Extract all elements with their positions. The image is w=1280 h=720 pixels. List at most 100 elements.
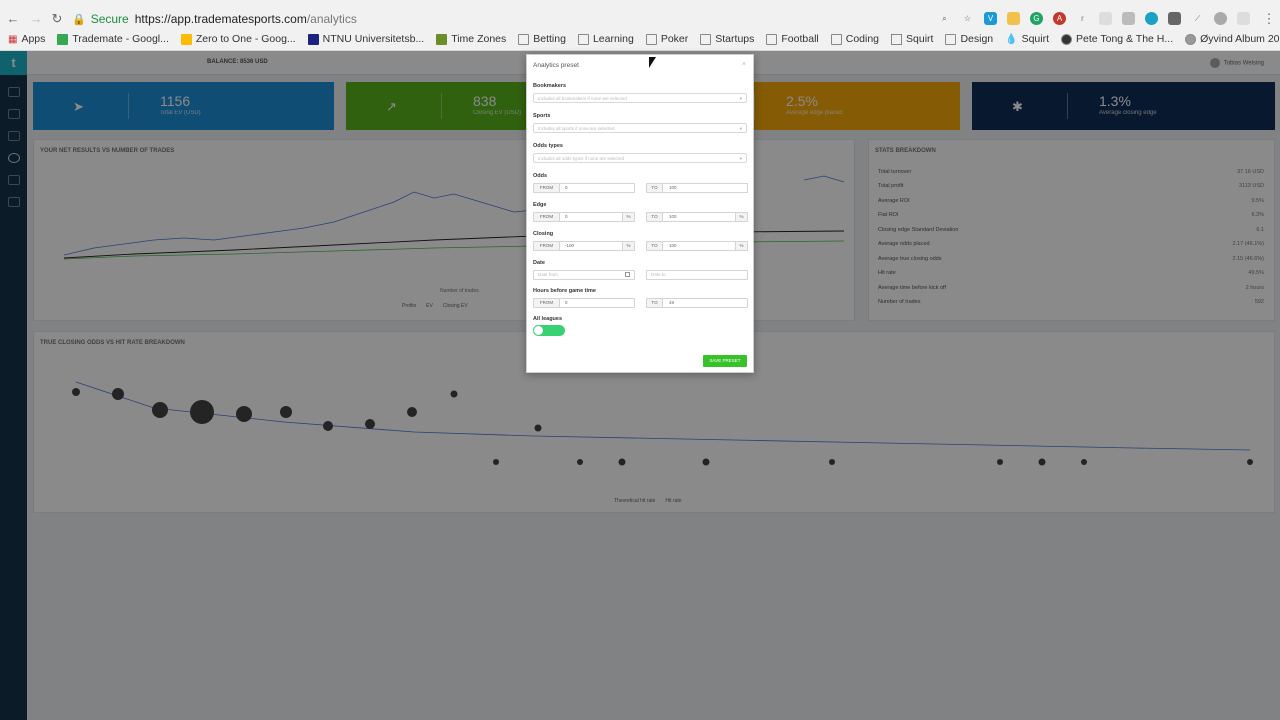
ntnu-icon [307,33,319,45]
bookmark-zero-to-one[interactable]: Zero to One - Goog... [180,33,296,45]
extension-slash-icon[interactable]: ⟋ [1191,12,1204,25]
bookmark-label: Øyvind Album 2016 [1200,33,1280,45]
extension-r-icon[interactable]: r [1076,12,1089,25]
bookmark-label: Design [960,33,994,45]
close-icon[interactable]: × [742,61,746,68]
from-prefix: FROM [534,213,560,221]
percent-suffix: % [735,213,747,221]
closing-from-input[interactable]: FROM -100% [533,241,635,251]
forward-icon[interactable]: → [29,12,43,26]
closing-to-value: 100 [669,243,677,248]
bookmark-label: Apps [21,33,46,45]
extension-last-icon[interactable] [1237,12,1250,25]
calendar-icon[interactable] [625,272,630,277]
drive-icon [180,33,192,45]
extensions-bar: ⌕ ☆ V G A r ⟋ [938,12,1250,25]
bookmakers-select[interactable]: Includes all bookmakers if none are sele… [533,93,747,103]
date-to-input[interactable]: Date to [646,270,748,280]
bookmark-squirt[interactable]: 💧 Squirt [1005,33,1049,45]
bookmark-label: Betting [533,33,566,45]
bookmark-trademate[interactable]: Trademate - Googl... [57,33,169,45]
bookmark-football[interactable]: Football [766,33,819,45]
save-preset-button[interactable]: SAVE PRESET [703,355,747,367]
percent-suffix: % [622,213,634,221]
drop-icon: 💧 [1005,33,1018,45]
star-icon[interactable]: ☆ [961,12,974,25]
bookmark-label: Football [781,33,819,45]
extension-v-icon[interactable]: V [984,12,997,25]
closing-to-input[interactable]: TO 100% [646,241,748,251]
to-prefix: TO [647,184,663,192]
page-icon [891,33,903,45]
browser-chrome: ← → ↻ 🔒 Secure https://app.tradematesports… [0,0,1280,51]
extension-arrow-icon[interactable] [1122,12,1135,25]
menu-icon[interactable]: ⋮ [1262,12,1276,26]
bookmark-label: NTNU Universitetsb... [322,33,425,45]
bookmark-oyvind[interactable]: Øyvind Album 2016 [1185,33,1280,45]
bookmark-poker[interactable]: Poker [645,33,688,45]
bookmark-squirt-page[interactable]: Squirt [891,33,933,45]
date-to-placeholder: Date to [651,272,666,277]
extension-square-icon[interactable] [1099,12,1112,25]
date-from-input[interactable]: Date from [533,270,635,280]
clock-icon [436,33,448,45]
bookmark-label: Time Zones [451,33,507,45]
bookmark-coding[interactable]: Coding [830,33,879,45]
to-prefix: TO [647,242,663,250]
percent-suffix: % [735,242,747,250]
odds-to-value: 100 [669,185,677,190]
lock-icon: 🔒 [72,14,86,26]
to-prefix: TO [647,213,663,221]
folder-icon [577,33,589,45]
bookmark-apps[interactable]: ▦ Apps [8,33,45,45]
reload-icon[interactable]: ↻ [50,12,64,26]
extension-circle-icon[interactable] [1145,12,1158,25]
bookmark-ntnu[interactable]: NTNU Universitetsb... [307,33,425,45]
date-label: Date [533,260,545,266]
bookmarks-bar: ▦ Apps Trademate - Googl... Zero to One -… [8,33,1280,45]
analytics-preset-modal: Analytics preset × Bookmakers Includes a… [526,54,754,373]
percent-suffix: % [622,242,634,250]
odds-to-input[interactable]: TO 100 [646,183,748,193]
folder-icon [945,33,957,45]
back-icon[interactable]: ← [6,12,20,26]
from-prefix: FROM [534,184,560,192]
hours-to-value: 48 [669,300,675,305]
odds-label: Odds [533,173,548,179]
hours-to-input[interactable]: TO 48 [646,298,748,308]
bookmark-time-zones[interactable]: Time Zones [436,33,506,45]
bookmark-learning[interactable]: Learning [577,33,634,45]
folder-icon [518,33,530,45]
hours-from-value: 0 [565,300,568,305]
profile-icon[interactable] [1214,12,1227,25]
bookmark-pete-tong[interactable]: Pete Tong & The H... [1061,33,1173,45]
all-leagues-toggle[interactable] [533,325,565,336]
sports-select[interactable]: Includes all sports if none are selected… [533,123,747,133]
grammarly-icon[interactable]: G [1030,12,1043,25]
adblock-icon[interactable]: A [1053,12,1066,25]
folder-icon [645,33,657,45]
sports-placeholder: Includes all sports if none are selected [538,126,615,131]
bookmark-design[interactable]: Design [945,33,993,45]
closing-label: Closing [533,231,554,237]
edge-to-value: 100 [669,214,677,219]
edge-from-input[interactable]: FROM 0% [533,212,635,222]
hours-from-input[interactable]: FROM 0 [533,298,635,308]
bookmark-label: Learning [592,33,634,45]
search-icon[interactable]: ⌕ [938,12,951,25]
extension-note-icon[interactable] [1007,12,1020,25]
edge-label: Edge [533,202,547,208]
folder-icon [700,33,712,45]
chevron-down-icon: ▾ [739,126,742,131]
odds-types-label: Odds types [533,143,563,149]
address-bar[interactable]: 🔒 Secure https://app.tradematesports.com/a… [72,8,972,30]
hours-label: Hours before game time [533,288,596,294]
pocket-icon[interactable] [1168,12,1181,25]
odds-types-select[interactable]: Includes all odds types if none are sele… [533,153,747,163]
bookmark-betting[interactable]: Betting [518,33,566,45]
odds-from-input[interactable]: FROM 0 [533,183,635,193]
folder-icon [830,33,842,45]
bookmark-startups[interactable]: Startups [700,33,754,45]
edge-to-input[interactable]: TO 100% [646,212,748,222]
chevron-down-icon: ▾ [739,156,742,161]
